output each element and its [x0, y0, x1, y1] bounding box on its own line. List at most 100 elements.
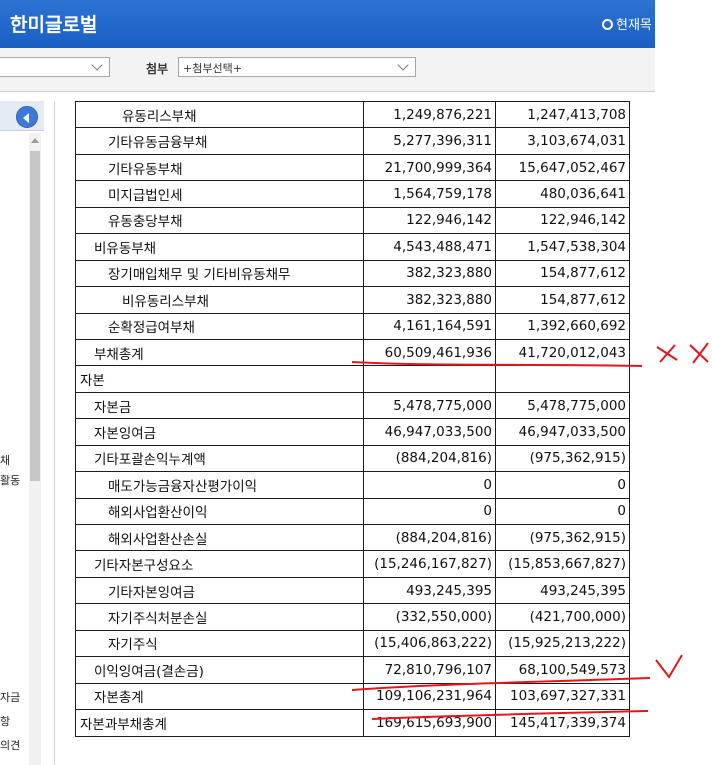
company-title: 한미글로벌	[10, 14, 98, 36]
prior-period-value: (421,700,000)	[495, 603, 630, 631]
row-label: 미지급법인세	[75, 180, 364, 208]
table-row: 기타유동부채 21,700,999,364 15,647,052,467	[75, 153, 630, 182]
prior-period-value: 154,877,612	[495, 259, 630, 288]
prior-period-value: 68,100,549,573	[495, 656, 630, 684]
table-row: 자기주식처분손실 (332,550,000) (421,700,000)	[75, 603, 630, 631]
chevron-down-icon	[91, 59, 103, 71]
table-row: 부채총계 60,509,461,936 41,720,012,043	[75, 338, 630, 367]
prior-period-value: 1,392,660,692	[495, 312, 630, 340]
left-nav-panel: 채 활동 자금 항 의견	[0, 101, 44, 765]
prior-period-value: 0	[495, 471, 630, 499]
current-period-value: (332,550,000)	[363, 603, 496, 631]
table-row: 미지급법인세 1,564,759,178 480,036,641	[75, 180, 630, 208]
row-label: 유동리스부채	[75, 100, 364, 129]
nav-fragment[interactable]: 채	[0, 452, 10, 468]
x-mark-icon	[656, 344, 678, 363]
table-row: 기타자본구성요소 (15,246,167,827) (15,853,667,827)	[75, 550, 630, 578]
table-row: 유동충당부채 122,946,142 122,946,142	[75, 206, 630, 235]
current-doc-label: 현재목	[616, 18, 652, 33]
table-row: 기타포괄손익누계액 (884,204,816) (975,362,915)	[75, 444, 630, 473]
table-row: 자본과부채총계 169,615,693,900 145,417,339,374	[75, 709, 630, 737]
table-row: 매도가능금융자산평가이익 0 0	[75, 471, 630, 499]
current-period-value: (15,246,167,827)	[363, 550, 496, 578]
table-row: 비유동부채 4,543,488,471 1,547,538,304	[75, 233, 630, 261]
row-label: 비유동부채	[75, 233, 364, 261]
prior-period-value: 103,697,327,331	[495, 682, 630, 711]
row-label: 해외사업환산이익	[75, 497, 364, 526]
row-label: 기타유동부채	[75, 153, 364, 182]
current-period-value: 109,106,231,964	[363, 682, 496, 711]
current-period-value: 0	[363, 497, 496, 526]
check-mark-icon	[655, 654, 683, 679]
row-label: 유동충당부채	[75, 206, 364, 235]
attach-select[interactable]: +첨부선택+	[178, 57, 416, 77]
prior-period-value: 3,103,674,031	[495, 127, 630, 155]
current-period-value: 0	[363, 471, 496, 499]
scroll-up-arrow-icon[interactable]	[31, 138, 39, 143]
row-label: 자본금	[75, 391, 364, 420]
row-label: 자본잉여금	[75, 418, 364, 446]
prior-period-value: (975,362,915)	[495, 523, 630, 552]
attach-label: 첨부	[146, 62, 169, 76]
table-row: 자본금 5,478,775,000 5,478,775,000	[75, 391, 630, 420]
current-period-value: 382,323,880	[363, 259, 496, 288]
table-row: 장기매입채무 및 기타비유동채무 382,323,880 154,877,612	[75, 259, 630, 288]
prior-period-value: 493,245,395	[495, 576, 630, 605]
report-select[interactable]	[0, 57, 110, 77]
row-label: 자본총계	[75, 682, 364, 711]
collapse-panel-button[interactable]	[16, 106, 38, 128]
prior-period-value: (15,925,213,222)	[495, 629, 630, 658]
current-period-value: 382,323,880	[363, 286, 496, 314]
current-period-value: 21,700,999,364	[363, 153, 496, 182]
table-row: 순확정급여부채 4,161,164,591 1,392,660,692	[75, 312, 630, 340]
current-period-value: 169,615,693,900	[363, 709, 496, 737]
current-period-value: 1,564,759,178	[363, 180, 496, 208]
prior-period-value: 41,720,012,043	[495, 338, 630, 367]
left-panel-header	[0, 101, 44, 131]
current-period-value: 122,946,142	[363, 206, 496, 235]
nav-fragment[interactable]: 항	[0, 713, 10, 729]
current-period-value: (884,204,816)	[363, 444, 496, 473]
nav-scrollbar[interactable]	[29, 133, 41, 765]
row-label: 자기주식처분손실	[75, 603, 364, 631]
prior-period-value: (975,362,915)	[495, 444, 630, 473]
row-label: 자기주식	[75, 629, 364, 658]
table-row: 자본	[75, 365, 630, 393]
chevron-down-icon	[397, 59, 409, 71]
nav-fragment[interactable]: 자금	[0, 689, 20, 705]
table-row: 자본잉여금 46,947,033,500 46,947,033,500	[75, 418, 630, 446]
attach-select-value: +첨부선택+	[183, 62, 242, 75]
current-period-value: 4,543,488,471	[363, 233, 496, 261]
prior-period-value: 122,946,142	[495, 206, 630, 235]
row-label: 장기매입채무 및 기타비유동채무	[75, 259, 364, 288]
current-period-value: (884,204,816)	[363, 523, 496, 552]
row-label: 기타자본잉여금	[75, 576, 364, 605]
table-row: 비유동리스부채 382,323,880 154,877,612	[75, 286, 630, 314]
current-period-value: 1,249,876,221	[363, 100, 496, 129]
table-row: 해외사업환산손실 (884,204,816) (975,362,915)	[75, 523, 630, 552]
scroll-thumb[interactable]	[30, 151, 40, 481]
row-label: 비유동리스부채	[75, 286, 364, 314]
prior-period-value	[495, 365, 630, 393]
nav-fragment[interactable]: 의견	[0, 737, 20, 753]
row-label: 매도가능금융자산평가이익	[75, 471, 364, 499]
nav-fragment[interactable]: 활동	[0, 472, 20, 488]
balance-sheet-table: 유동리스부채 1,249,876,221 1,247,413,708 기타유동금융부채…	[75, 100, 630, 737]
table-row: 자기주식 (15,406,863,222) (15,925,213,222)	[75, 629, 630, 658]
row-label: 기타자본구성요소	[75, 550, 364, 578]
current-period-value: (15,406,863,222)	[363, 629, 496, 658]
table-row: 자본총계 109,106,231,964 103,697,327,331	[75, 682, 630, 711]
toolbar: 첨부 +첨부선택+	[0, 48, 655, 92]
prior-period-value: 15,647,052,467	[495, 153, 630, 182]
row-label: 이익잉여금(결손금)	[75, 656, 364, 684]
current-period-value: 5,277,396,311	[363, 127, 496, 155]
current-doc-link[interactable]: 현재목	[602, 14, 652, 33]
current-period-value: 5,478,775,000	[363, 391, 496, 420]
prior-period-value: 0	[495, 497, 630, 526]
row-label: 부채총계	[75, 338, 364, 367]
row-label: 자본과부채총계	[75, 709, 364, 737]
prior-period-value: 1,547,538,304	[495, 233, 630, 261]
table-row: 유동리스부채 1,249,876,221 1,247,413,708	[75, 100, 630, 129]
current-period-value: 60,509,461,936	[363, 338, 496, 367]
current-period-value	[363, 365, 496, 393]
